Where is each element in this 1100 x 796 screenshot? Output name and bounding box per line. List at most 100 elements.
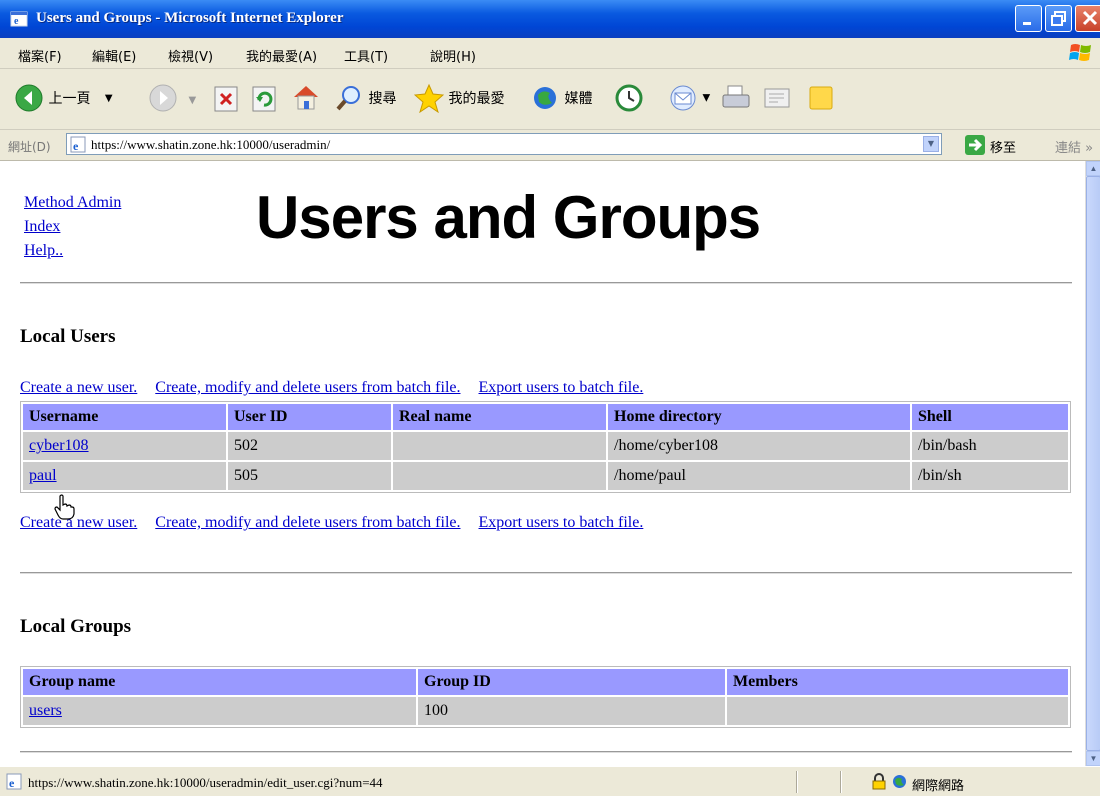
minimize-icon (1023, 22, 1031, 25)
back-label: 上一頁 (48, 91, 91, 107)
user-actions-bottom: Create a new user. Create, modify and de… (20, 514, 657, 532)
users-table: Username User ID Real name Home director… (20, 401, 1071, 493)
table-row: paul 505 /home/paul /bin/sh (23, 462, 1068, 490)
ie-page-icon: e (6, 773, 22, 790)
search-button[interactable]: 搜尋 (334, 83, 396, 113)
export-users-link[interactable]: Export users to batch file. (479, 379, 644, 396)
help-link[interactable]: Help.. (24, 242, 63, 259)
note-button[interactable] (806, 83, 836, 117)
create-user-link[interactable]: Create a new user. (20, 379, 137, 396)
divider (20, 572, 1072, 574)
scroll-thumb[interactable] (1086, 176, 1100, 751)
col-user-id[interactable]: User ID (228, 404, 391, 430)
mail-dropdown-icon[interactable]: ▼ (702, 93, 710, 104)
menu-tools[interactable]: 工具(T) (344, 46, 388, 65)
menu-favorites[interactable]: 我的最愛(A) (246, 46, 317, 65)
col-members[interactable]: Members (727, 669, 1068, 695)
svg-text:e: e (73, 139, 79, 153)
export-users-link[interactable]: Export users to batch file. (479, 514, 644, 531)
home-button[interactable] (290, 81, 322, 117)
members-cell (727, 697, 1068, 725)
print-button[interactable] (720, 83, 752, 117)
refresh-icon (252, 86, 276, 112)
address-label: 網址(D) (8, 140, 51, 154)
username-cell: paul (23, 462, 226, 490)
divider (20, 751, 1072, 753)
menu-edit[interactable]: 編輯(E) (92, 46, 136, 65)
go-arrow-icon[interactable] (964, 134, 986, 156)
col-group-id[interactable]: Group ID (418, 669, 725, 695)
mail-button[interactable]: ▼ (668, 83, 710, 113)
forward-dropdown-icon[interactable]: ▼ (188, 95, 196, 106)
favorites-label: 我的最愛 (448, 91, 505, 107)
links-button[interactable]: 連結 » (1055, 137, 1093, 156)
close-icon (1082, 10, 1098, 26)
back-dropdown-icon[interactable]: ▼ (105, 93, 113, 104)
table-row: users 100 (23, 697, 1068, 725)
scroll-up-icon[interactable]: ▲ (1086, 161, 1100, 176)
scroll-down-icon[interactable]: ▼ (1086, 751, 1100, 766)
stop-icon (214, 86, 238, 112)
favorites-button[interactable]: 我的最愛 (413, 83, 505, 114)
nav-links: Method Admin Index Help.. (24, 191, 121, 263)
go-button[interactable]: 移至 (990, 137, 1016, 156)
address-dropdown-icon[interactable]: ▼ (923, 136, 939, 152)
groups-table: Group name Group ID Members users 100 (20, 666, 1071, 728)
restore-icon (1051, 11, 1066, 26)
title-bar[interactable]: e Users and Groups - Microsoft Internet … (0, 0, 1100, 38)
address-url: https://www.shatin.zone.hk:10000/useradm… (91, 137, 331, 152)
status-bar: e https://www.shatin.zone.hk:10000/usera… (0, 766, 1100, 796)
menu-file[interactable]: 檔案(F) (18, 46, 62, 65)
vertical-scrollbar[interactable]: ▲ ▼ (1085, 161, 1100, 766)
lock-icon (872, 773, 886, 790)
refresh-button[interactable] (250, 83, 278, 117)
history-button[interactable] (614, 83, 644, 117)
create-user-link[interactable]: Create a new user. (20, 514, 137, 531)
col-home-directory[interactable]: Home directory (608, 404, 910, 430)
shell-cell: /bin/sh (912, 462, 1068, 490)
user-link[interactable]: paul (29, 467, 57, 484)
menu-help[interactable]: 說明(H) (430, 46, 476, 65)
close-button[interactable] (1075, 5, 1100, 32)
col-username[interactable]: Username (23, 404, 226, 430)
uid-cell: 505 (228, 462, 391, 490)
table-row: cyber108 502 /home/cyber108 /bin/bash (23, 432, 1068, 460)
home-cell: /home/cyber108 (608, 432, 910, 460)
forward-button[interactable]: ▼ (148, 83, 196, 117)
search-icon (336, 86, 360, 111)
menu-view[interactable]: 檢視(V) (168, 46, 213, 65)
maximize-button[interactable] (1045, 5, 1072, 32)
ie-icon: e (10, 11, 28, 27)
history-icon (615, 84, 643, 112)
edit-icon (764, 88, 790, 108)
home-cell: /home/paul (608, 462, 910, 490)
shell-cell: /bin/bash (912, 432, 1068, 460)
method-admin-link[interactable]: Method Admin (24, 194, 121, 211)
batch-users-link[interactable]: Create, modify and delete users from bat… (155, 379, 460, 396)
index-link[interactable]: Index (24, 218, 60, 235)
realname-cell (393, 432, 606, 460)
toolbar: 上一頁 ▼ ▼ 搜尋 我的最愛 媒體 ▼ (0, 69, 1100, 130)
home-icon (294, 86, 318, 110)
minimize-button[interactable] (1015, 5, 1042, 32)
batch-users-link[interactable]: Create, modify and delete users from bat… (155, 514, 460, 531)
security-zone: 網際網路 (912, 779, 965, 794)
group-link[interactable]: users (29, 702, 62, 719)
note-icon (809, 86, 833, 110)
media-button[interactable]: 媒體 (530, 83, 592, 113)
back-button[interactable]: 上一頁 ▼ (14, 83, 113, 113)
hand-cursor-icon (54, 494, 75, 520)
address-input[interactable]: e https://www.shatin.zone.hk:10000/usera… (66, 133, 942, 155)
status-text: https://www.shatin.zone.hk:10000/useradm… (28, 775, 383, 790)
col-group-name[interactable]: Group name (23, 669, 416, 695)
svg-text:e: e (14, 16, 19, 27)
local-groups-heading: Local Groups (20, 616, 132, 637)
page-title: Users and Groups (256, 184, 761, 251)
globe-icon (893, 775, 906, 788)
realname-cell (393, 462, 606, 490)
edit-button[interactable] (762, 83, 792, 117)
col-shell[interactable]: Shell (912, 404, 1068, 430)
user-link[interactable]: cyber108 (29, 437, 89, 454)
col-real-name[interactable]: Real name (393, 404, 606, 430)
stop-button[interactable] (212, 83, 240, 117)
